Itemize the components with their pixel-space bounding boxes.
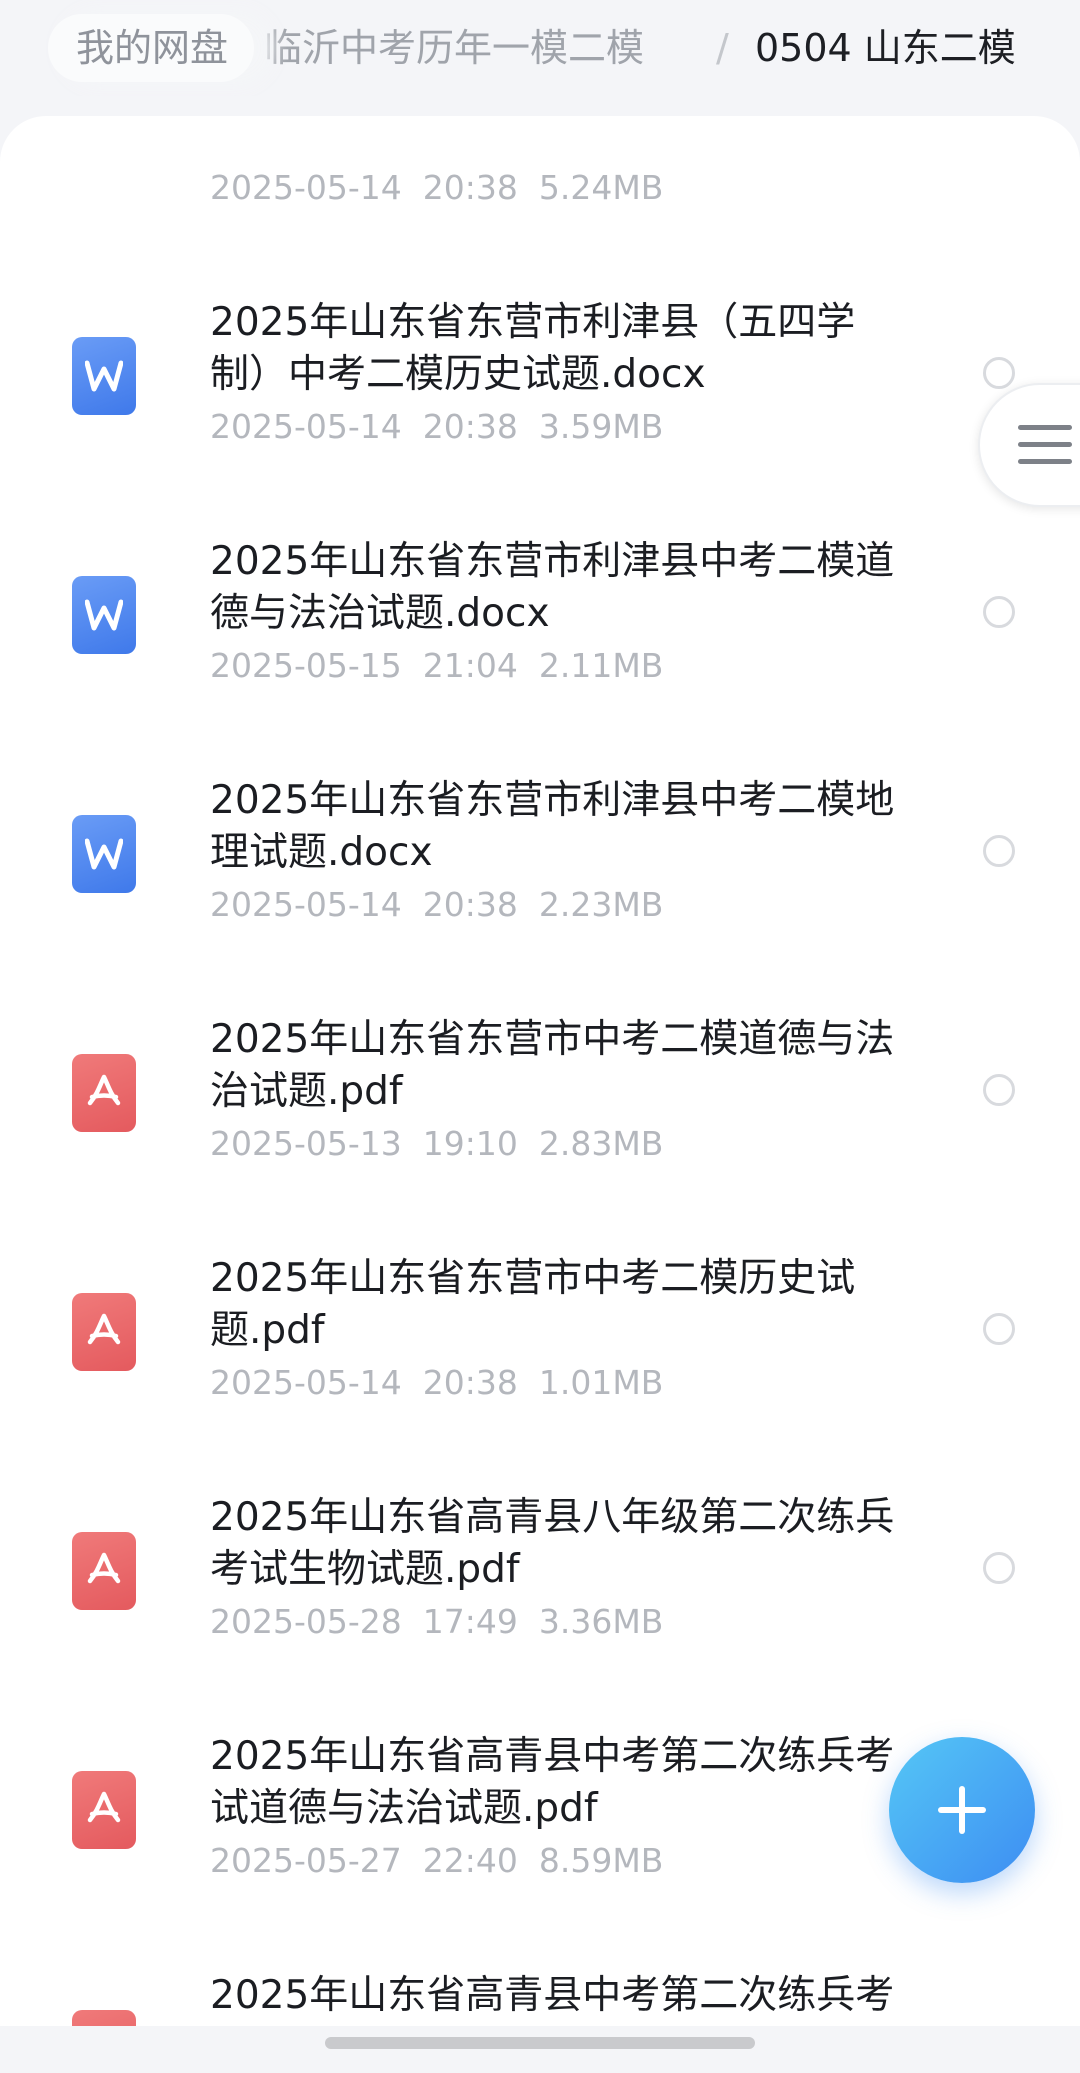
file-date: 2025-05-14 [210,168,402,207]
file-row[interactable]: 2025年山东省东营市中考二模历史试题.pdf 2025-05-14 20:38 … [0,1187,1080,1426]
file-meta: 2025-05-13 19:10 2.83MB [210,1122,663,1166]
breadcrumb-current-folder: 0504 山东二模 [755,26,1016,70]
file-time: 20:38 [422,407,518,446]
file-date: 2025-05-14 [210,885,402,924]
file-name: 2025年山东省高青县中考第二次练兵考试物理试题.pdf [210,1973,895,2026]
select-radio[interactable] [983,1313,1015,1345]
file-size: 2.83MB [538,1124,664,1163]
file-list: 2025-05-14 20:38 5.24MB 2025年山东省东营市利津县（五四… [0,116,1080,2026]
home-indicator [325,2037,755,2049]
file-row[interactable]: 2025年山东省高青县中考第二次练兵考试物理试题.pdf [0,1904,1080,2026]
file-date: 2025-05-27 [210,1841,402,1880]
file-name: 2025年山东省东营市中考二模道德与法治试题.pdf [210,1017,895,1114]
file-size: 2.23MB [538,885,664,924]
file-size: 8.59MB [538,1841,664,1880]
word-doc-icon [72,337,136,415]
plus-icon [938,1786,986,1834]
file-time: 19:10 [422,1124,518,1163]
file-date: 2025-05-28 [210,1602,402,1641]
file-date: 2025-05-14 [210,1363,402,1402]
breadcrumb-folder-parent[interactable]: 临沂中考历年一模二模 [264,14,644,82]
file-name: 2025年山东省东营市利津县中考二模地理试题.docx [210,778,895,875]
file-meta: 2025-05-15 21:04 2.11MB [210,644,663,688]
file-row[interactable]: 2025年山东省高青县八年级第二次练兵考试生物试题.pdf 2025-05-28 … [0,1426,1080,1665]
file-meta: 2025-05-14 20:38 1.01MB [210,1361,663,1405]
file-name: 2025年山东省东营市利津县（五四学制）中考二模历史试题.docx [210,300,856,397]
file-time: 20:38 [422,168,518,207]
file-time: 20:38 [422,1363,518,1402]
file-name: 2025年山东省东营市利津县中考二模道德与法治试题.docx [210,539,895,636]
pdf-file-icon [72,1293,136,1371]
file-row[interactable]: 2025年山东省东营市利津县中考二模地理试题.docx 2025-05-14 20… [0,709,1080,948]
file-size: 1.01MB [538,1363,664,1402]
select-radio[interactable] [983,835,1015,867]
pdf-file-icon [72,1054,136,1132]
file-size: 2.11MB [538,646,664,685]
file-time: 20:38 [422,885,518,924]
file-time: 17:49 [422,1602,518,1641]
breadcrumb-root[interactable]: 我的网盘 [48,14,255,82]
file-meta: 2025-05-14 20:38 5.24MB [210,166,663,210]
file-row[interactable]: 2025-05-14 20:38 5.24MB [0,116,1080,231]
select-radio[interactable] [983,357,1015,389]
hamburger-menu-icon [1018,425,1072,476]
pdf-file-icon [72,1532,136,1610]
file-browser-screen: 临沂中考历年一模二模 我的网盘 / 0504 山东二模 2025-05-14 2… [0,0,1080,2073]
file-size: 3.59MB [538,407,664,446]
file-meta: 2025-05-14 20:38 3.59MB [210,405,663,449]
file-size: 3.36MB [538,1602,664,1641]
file-name: 2025年山东省东营市中考二模历史试题.pdf [210,1256,856,1353]
file-row[interactable]: 2025年山东省东营市利津县（五四学制）中考二模历史试题.docx 2025-05… [0,231,1080,470]
file-name: 2025年山东省高青县八年级第二次练兵考试生物试题.pdf [210,1495,895,1592]
select-radio[interactable] [983,1552,1015,1584]
file-time: 21:04 [422,646,518,685]
file-meta: 2025-05-28 17:49 3.36MB [210,1600,663,1644]
file-time: 22:40 [422,1841,518,1880]
select-radio[interactable] [983,1074,1015,1106]
file-row[interactable]: 2025年山东省东营市利津县中考二模道德与法治试题.docx 2025-05-15… [0,470,1080,709]
word-doc-icon [72,815,136,893]
file-date: 2025-05-13 [210,1124,402,1163]
file-name: 2025年山东省高青县中考第二次练兵考试道德与法治试题.pdf [210,1734,895,1831]
file-size: 5.24MB [538,168,664,207]
add-button[interactable] [889,1737,1035,1883]
file-row[interactable]: 2025年山东省东营市中考二模道德与法治试题.pdf 2025-05-13 19:… [0,948,1080,1187]
select-radio[interactable] [983,596,1015,628]
file-meta: 2025-05-27 22:40 8.59MB [210,1839,663,1883]
pdf-file-icon [72,1771,136,1849]
file-date: 2025-05-15 [210,646,402,685]
word-doc-icon [72,576,136,654]
file-date: 2025-05-14 [210,407,402,446]
pdf-file-icon [72,2010,136,2026]
breadcrumb-separator: / [716,26,729,70]
breadcrumb: 临沂中考历年一模二模 我的网盘 / 0504 山东二模 [0,0,1080,96]
file-meta: 2025-05-14 20:38 2.23MB [210,883,663,927]
